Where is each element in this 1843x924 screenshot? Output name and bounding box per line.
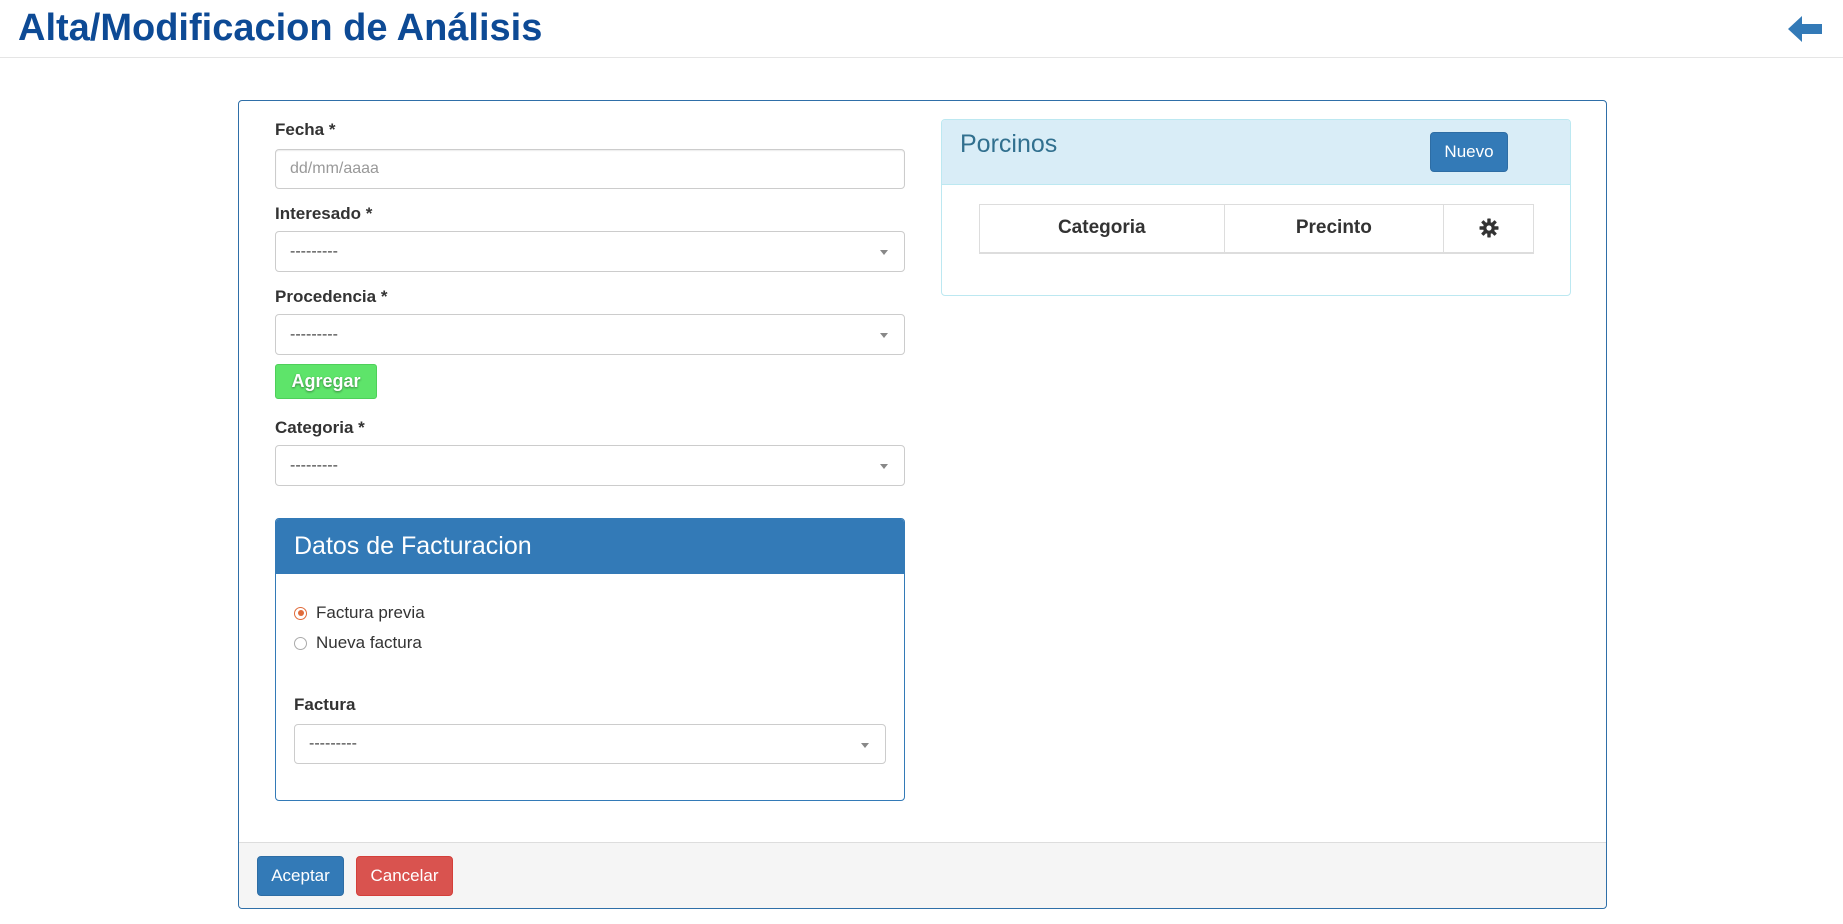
form-column: Fecha * Interesado * --------- Procedenc…	[275, 119, 905, 486]
radio-label-nueva-factura: Nueva factura	[316, 633, 422, 652]
porcinos-panel: Porcinos Nuevo Categoria Precinto	[941, 119, 1571, 296]
caret-down-icon	[861, 743, 869, 748]
form-footer: Aceptar Cancelar	[239, 842, 1606, 908]
radio-unchecked-icon	[294, 636, 307, 650]
page-title: Alta/Modificacion de Análisis	[18, 7, 543, 49]
porcinos-table: Categoria Precinto	[979, 204, 1534, 254]
cancelar-button[interactable]: Cancelar	[356, 856, 453, 896]
radio-checked-icon	[294, 606, 307, 620]
categoria-label: Categoria *	[275, 418, 365, 437]
radio-label-factura-previa: Factura previa	[316, 603, 425, 622]
fecha-input[interactable]	[275, 149, 905, 189]
procedencia-select[interactable]: ---------	[275, 314, 905, 355]
fecha-label: Fecha *	[275, 120, 336, 139]
caret-down-icon	[880, 464, 888, 469]
radio-factura-previa[interactable]: Factura previa	[294, 603, 425, 623]
table-header-row: Categoria Precinto	[979, 204, 1534, 254]
top-bar: Alta/Modificacion de Análisis	[0, 0, 1843, 58]
column-header-actions	[1443, 204, 1534, 254]
radio-nueva-factura[interactable]: Nueva factura	[294, 633, 422, 653]
column-header-precinto: Precinto	[1223, 204, 1445, 254]
nuevo-button[interactable]: Nuevo	[1430, 132, 1508, 172]
datos-facturacion-title: Datos de Facturacion	[276, 519, 904, 574]
gear-icon	[1479, 218, 1499, 238]
datos-facturacion-panel: Datos de Facturacion Factura previa Nuev…	[275, 518, 905, 801]
procedencia-value: ---------	[290, 326, 338, 343]
categoria-value: ---------	[290, 457, 338, 474]
factura-label: Factura	[294, 695, 356, 714]
aceptar-button[interactable]: Aceptar	[257, 856, 344, 896]
interesado-value: ---------	[290, 243, 338, 260]
arrow-left-icon	[1788, 16, 1822, 42]
agregar-button[interactable]: Agregar	[275, 364, 377, 399]
analisis-form-card: Fecha * Interesado * --------- Procedenc…	[238, 100, 1607, 909]
caret-down-icon	[880, 333, 888, 338]
porcinos-heading: Porcinos Nuevo	[942, 120, 1570, 185]
factura-select[interactable]: ---------	[294, 724, 886, 764]
interesado-select[interactable]: ---------	[275, 231, 905, 272]
back-button[interactable]	[1785, 12, 1825, 46]
porcinos-title: Porcinos	[960, 130, 1058, 158]
interesado-label: Interesado *	[275, 204, 373, 223]
column-header-categoria: Categoria	[979, 204, 1225, 254]
caret-down-icon	[880, 250, 888, 255]
factura-value: ---------	[309, 735, 357, 752]
categoria-select[interactable]: ---------	[275, 445, 905, 486]
procedencia-label: Procedencia *	[275, 287, 388, 306]
